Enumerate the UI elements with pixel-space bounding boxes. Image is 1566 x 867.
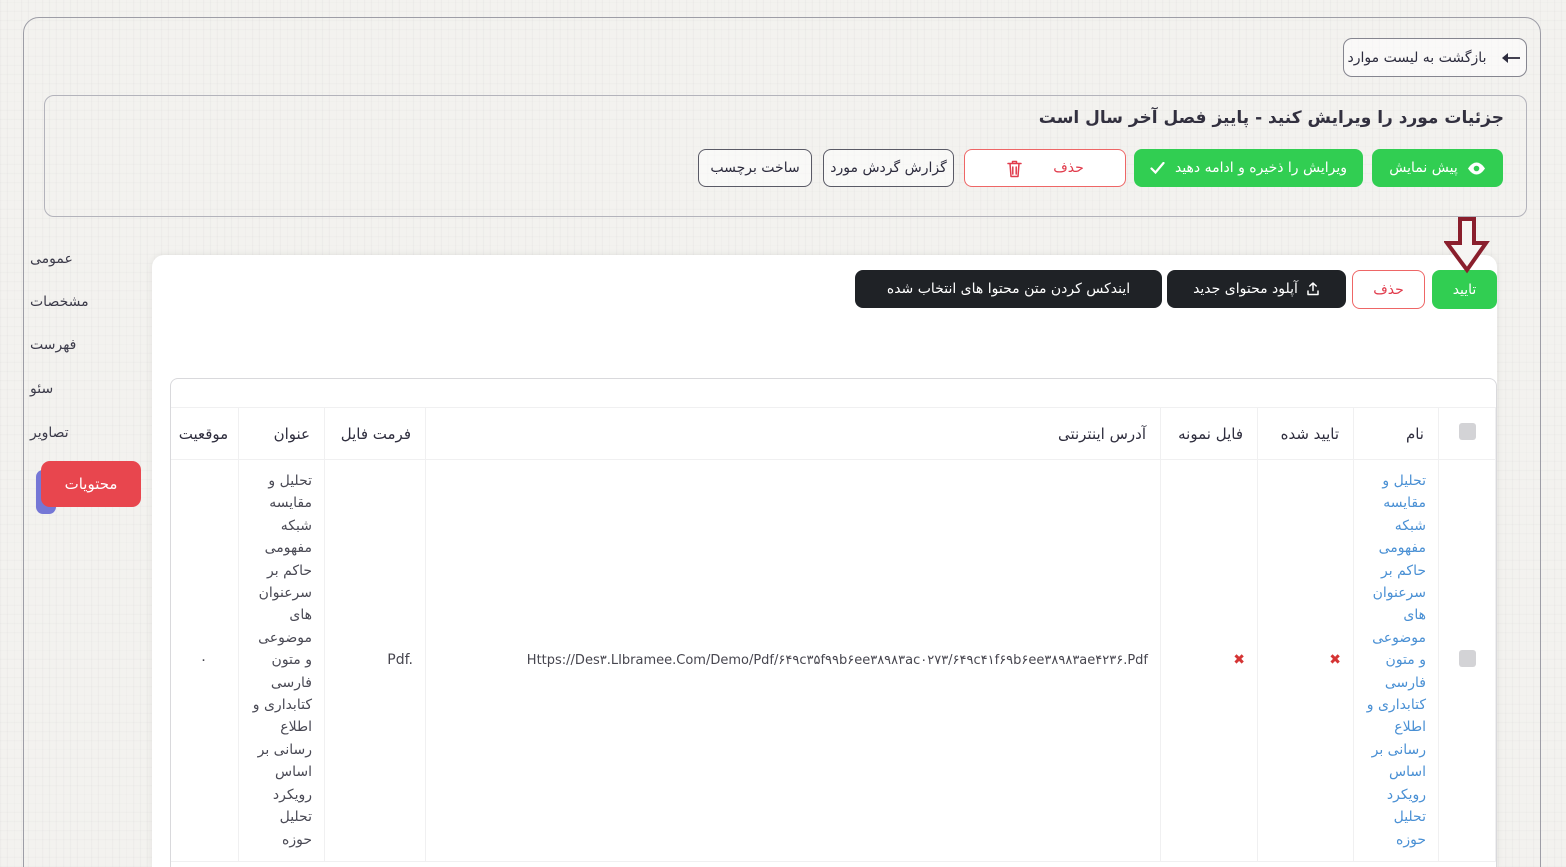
title-text: تحلیل و مقایسه شبکه مفهومی حاکم بر سرعنو… xyxy=(251,470,312,851)
page-title: جزئیات مورد را ویرایش کنید - پاییز فصل آ… xyxy=(1039,108,1504,128)
sidebar-item-general-label: عمومی xyxy=(30,251,73,267)
sidebar-item-images[interactable]: تصاویر xyxy=(30,425,122,445)
create-label-label: ساخت برچسب xyxy=(710,160,799,176)
col-name: نام xyxy=(1354,408,1439,460)
annotation-arrow-icon xyxy=(1444,216,1490,274)
sidebar-item-specifications-label: مشخصات xyxy=(30,294,89,310)
row-position-cell: ۰ xyxy=(170,460,239,862)
trash-icon xyxy=(1006,159,1023,178)
sidebar-item-seo[interactable]: سئو xyxy=(30,381,122,401)
table-row: تحلیل و مقایسه شبکه مفهومی حاکم بر سرعنو… xyxy=(170,460,1496,862)
index-selected-content-label: ایندکس کردن متن محتوا های انتخاب شده xyxy=(887,281,1130,297)
sidebar-item-contents-label: محتویات xyxy=(65,475,118,493)
position-text: ۰ xyxy=(200,652,208,668)
approve-button[interactable]: تایید xyxy=(1432,270,1497,309)
delete-item-button[interactable]: حذف xyxy=(964,149,1126,187)
delete-content-label: حذف xyxy=(1373,282,1404,298)
workflow-report-button[interactable]: گزارش گردش مورد xyxy=(823,149,954,187)
approved-x-icon: ✖ xyxy=(1329,652,1341,668)
url-text: Https://Des۳.LIbramee.Com/Demo/Pdf/۶۴۹c۳… xyxy=(527,653,1148,668)
delete-content-button[interactable]: حذف xyxy=(1352,270,1425,309)
delete-item-label: حذف xyxy=(1053,160,1084,176)
back-to-list-label: بازگشت به لیست موارد xyxy=(1348,50,1487,66)
workflow-report-label: گزارش گردش مورد xyxy=(830,160,946,176)
file-format-text: Pdf. xyxy=(387,652,413,668)
sidebar-item-images-label: تصاویر xyxy=(30,425,69,441)
row-title-cell: تحلیل و مقایسه شبکه مفهومی حاکم بر سرعنو… xyxy=(239,460,325,862)
row-file-format-cell: Pdf. xyxy=(325,460,426,862)
arrow-left-icon xyxy=(1498,52,1522,64)
col-sample-file: فایل نمونه xyxy=(1161,408,1258,460)
back-to-list-button[interactable]: بازگشت به لیست موارد xyxy=(1343,38,1527,77)
content-table: نام تایید شده فایل نمونه آدرس اینترنتی ف… xyxy=(170,407,1496,862)
col-file-format: فرمت فایل xyxy=(325,408,426,460)
sidebar-item-index[interactable]: فهرست xyxy=(30,337,122,357)
save-and-continue-button[interactable]: ویرایش را ذخیره و ادامه دهید xyxy=(1134,149,1363,187)
row-sample-file-cell: ✖ xyxy=(1161,460,1258,862)
row-select-cell xyxy=(1439,460,1496,862)
table-header-row: نام تایید شده فایل نمونه آدرس اینترنتی ف… xyxy=(170,408,1496,460)
sample-file-x-icon: ✖ xyxy=(1233,652,1245,668)
approve-label: تایید xyxy=(1453,282,1477,298)
row-url-cell: Https://Des۳.LIbramee.Com/Demo/Pdf/۶۴۹c۳… xyxy=(426,460,1161,862)
select-all-checkbox[interactable] xyxy=(1459,423,1476,440)
select-all-header xyxy=(1439,408,1496,460)
item-header-panel: جزئیات مورد را ویرایش کنید - پاییز فصل آ… xyxy=(44,95,1527,217)
upload-icon xyxy=(1306,282,1320,296)
content-table-wrapper: نام تایید شده فایل نمونه آدرس اینترنتی ف… xyxy=(170,378,1497,867)
content-name-link[interactable]: تحلیل و مقایسه شبکه مفهومی حاکم بر سرعنو… xyxy=(1366,470,1426,851)
create-label-button[interactable]: ساخت برچسب xyxy=(698,149,812,187)
save-label: ویرایش را ذخیره و ادامه دهید xyxy=(1175,160,1347,176)
sidebar-item-general[interactable]: عمومی xyxy=(30,251,122,271)
eye-icon xyxy=(1467,162,1486,175)
row-name-cell: تحلیل و مقایسه شبکه مفهومی حاکم بر سرعنو… xyxy=(1354,460,1439,862)
col-position: موقعیت xyxy=(170,408,239,460)
preview-label: پیش نمایش xyxy=(1389,160,1457,176)
row-checkbox[interactable] xyxy=(1459,650,1476,667)
col-url: آدرس اینترنتی xyxy=(426,408,1161,460)
sidebar-item-seo-label: سئو xyxy=(30,381,53,397)
row-approved-cell: ✖ xyxy=(1258,460,1354,862)
preview-button[interactable]: پیش نمایش xyxy=(1372,149,1503,187)
index-selected-content-button[interactable]: ایندکس کردن متن محتوا های انتخاب شده xyxy=(855,270,1162,308)
sidebar-item-contents[interactable]: محتویات xyxy=(41,461,141,507)
upload-new-content-label: آپلود محتوای جدید xyxy=(1193,281,1298,297)
check-icon xyxy=(1150,162,1165,174)
upload-new-content-button[interactable]: آپلود محتوای جدید xyxy=(1167,270,1346,308)
sidebar-item-specifications[interactable]: مشخصات xyxy=(30,294,122,314)
col-title: عنوان xyxy=(239,408,325,460)
col-approved: تایید شده xyxy=(1258,408,1354,460)
sidebar-item-index-label: فهرست xyxy=(30,337,76,353)
